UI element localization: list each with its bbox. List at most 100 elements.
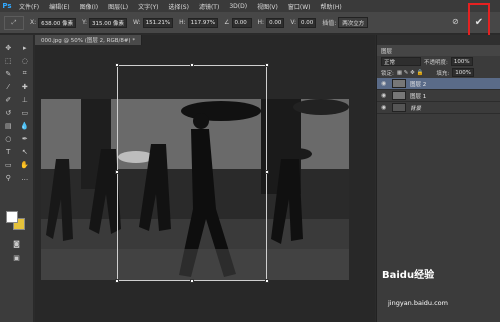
shape-tool-icon[interactable]: ▭ [0,158,17,171]
w-field: W: 151.21% [133,17,174,28]
layer-row-background[interactable]: ◉ 背景 [377,102,500,114]
blend-row: 正常 不透明度: 100% [377,56,500,67]
hskew-input[interactable]: 0.00 [266,17,285,28]
opacity-input[interactable]: 100% [450,57,473,66]
path-select-tool-icon[interactable]: ↖ [17,145,34,158]
menu-image[interactable]: 图像(I) [75,2,103,11]
zoom-tool-icon[interactable]: ⚲ [0,171,17,184]
layer-name: 背景 [410,105,422,112]
layer-name: 图层 2 [410,81,427,88]
screen-mode-icon[interactable]: ▣ [8,251,25,264]
document-window: 000.jpg @ 50% (图层 2, RGB/8#) * [35,35,375,322]
menu-help[interactable]: 帮助(H) [316,2,347,11]
tools-panel: ✥ ▸ ⬚ ◌ ✎ ⌗ ⁄ ✚ ✐ ⊥ ↺ ▭ ▤ 💧 ○ ✒ T ↖ ▭ ✋ ⚲… ◙ ▣ [0,35,34,322]
gradient-tool-icon[interactable]: ▤ [0,119,17,132]
x-label: X: [30,19,37,26]
blur-tool-icon[interactable]: 💧 [17,119,34,132]
panel-tabs: 图层 [377,45,500,56]
eraser-tool-icon[interactable]: ▭ [17,106,34,119]
dodge-tool-icon[interactable]: ○ [0,132,17,145]
more-tools-icon[interactable]: … [17,171,34,184]
transform-handle-bottom[interactable] [190,279,194,283]
angle-input[interactable]: 0.00 [231,17,252,28]
transform-bounding-box[interactable] [115,63,269,283]
layer-row-layer2[interactable]: ◉ 图层 2 [377,78,500,90]
quick-mask-icon[interactable]: ◙ [8,237,25,250]
checkmark-icon: ✔ [474,16,484,28]
transform-handle-bottom-left[interactable] [115,279,119,283]
artboard-tool-icon[interactable]: ▸ [17,41,34,54]
move-tool-icon[interactable]: ✥ [0,41,17,54]
x-input[interactable]: 638.00 像素 [38,17,77,28]
h-label: H: [179,19,186,26]
quick-select-tool-icon[interactable]: ✎ [0,67,17,80]
eyedropper-tool-icon[interactable]: ⁄ [0,80,17,93]
eye-icon[interactable]: ◉ [381,104,389,111]
menu-bar: Ps 文件(F) 编辑(E) 图像(I) 图层(L) 文字(Y) 选择(S) 滤… [0,0,500,12]
w-input[interactable]: 151.21% [142,17,174,28]
blend-mode-select[interactable]: 正常 [381,57,421,66]
tab-layers[interactable]: 图层 [381,47,392,55]
transform-handle-top[interactable] [190,63,194,67]
fill-label: 填充: [436,70,450,77]
menu-edit[interactable]: 编辑(E) [44,2,74,11]
lock-label: 锁定: [381,70,394,77]
h-field: H: 117.97% [179,17,219,28]
history-brush-tool-icon[interactable]: ↺ [0,106,17,119]
angle-field: ∠ 0.00 [224,17,252,28]
hand-tool-icon[interactable]: ✋ [17,158,34,171]
transform-handle-top-left[interactable] [115,63,119,67]
photoshop-logo: Ps [2,2,12,10]
hskew-label: H: [257,19,265,26]
menu-3d[interactable]: 3D(D) [224,3,252,10]
interp-field: 插值: 两次立方 [322,17,369,28]
x-field: X: 638.00 像素 [30,17,77,28]
layer-row-layer1[interactable]: ◉ 图层 1 [377,90,500,102]
options-bar: ⤢ X: 638.00 像素 Y: 315.00 像素 W: 151.21% H… [0,12,500,34]
layer-name: 图层 1 [410,93,427,100]
vskew-input[interactable]: 0.00 [297,17,317,28]
menu-layer[interactable]: 图层(L) [103,2,133,11]
hskew-field: H: 0.00 [257,17,285,28]
crop-tool-icon[interactable]: ⌗ [17,67,34,80]
menu-window[interactable]: 窗口(W) [283,2,316,11]
y-label: Y: [82,19,88,26]
transform-tool-icon[interactable]: ⤢ [4,15,24,30]
opacity-label: 不透明度: [424,59,448,66]
cancel-transform-icon[interactable]: ⊘ [452,17,459,26]
menu-filter[interactable]: 滤镜(T) [194,2,224,11]
angle-label: ∠ [224,19,230,26]
layer-thumbnail [392,103,406,112]
interp-select[interactable]: 两次立方 [338,17,369,28]
menu-file[interactable]: 文件(F) [14,2,44,11]
type-tool-icon[interactable]: T [0,145,17,158]
w-label: W: [133,19,141,26]
marquee-tool-icon[interactable]: ⬚ [0,54,17,67]
eye-icon[interactable]: ◉ [381,92,389,99]
y-input[interactable]: 315.00 像素 [89,17,128,28]
lock-icons[interactable]: ▦ ✎ ✥ 🔒 [397,70,424,76]
eye-icon[interactable]: ◉ [381,80,389,87]
fill-input[interactable]: 100% [452,68,474,77]
menu-view[interactable]: 视图(V) [252,2,283,11]
lasso-tool-icon[interactable]: ◌ [17,54,34,67]
transform-handle-top-right[interactable] [265,63,269,67]
panel-header [377,35,500,45]
layer-thumbnail [392,79,406,88]
pen-tool-icon[interactable]: ✒ [17,132,34,145]
brush-tool-icon[interactable]: ✐ [0,93,17,106]
healing-tool-icon[interactable]: ✚ [17,80,34,93]
document-tab[interactable]: 000.jpg @ 50% (图层 2, RGB/8#) * [35,35,143,45]
watermark-brand: Baidu经验 [382,270,435,281]
menu-select[interactable]: 选择(S) [163,2,194,11]
h-input[interactable]: 117.97% [187,17,219,28]
stamp-tool-icon[interactable]: ⊥ [17,93,34,106]
transform-handle-bottom-right[interactable] [265,279,269,283]
menu-type[interactable]: 文字(Y) [133,2,163,11]
transform-handle-left[interactable] [115,170,119,174]
layer-thumbnail [392,91,406,100]
vskew-field: V: 0.00 [290,17,317,28]
transform-handle-right[interactable] [265,170,269,174]
foreground-color-swatch[interactable] [6,211,18,223]
lock-row: 锁定: ▦ ✎ ✥ 🔒 填充: 100% [377,67,500,78]
